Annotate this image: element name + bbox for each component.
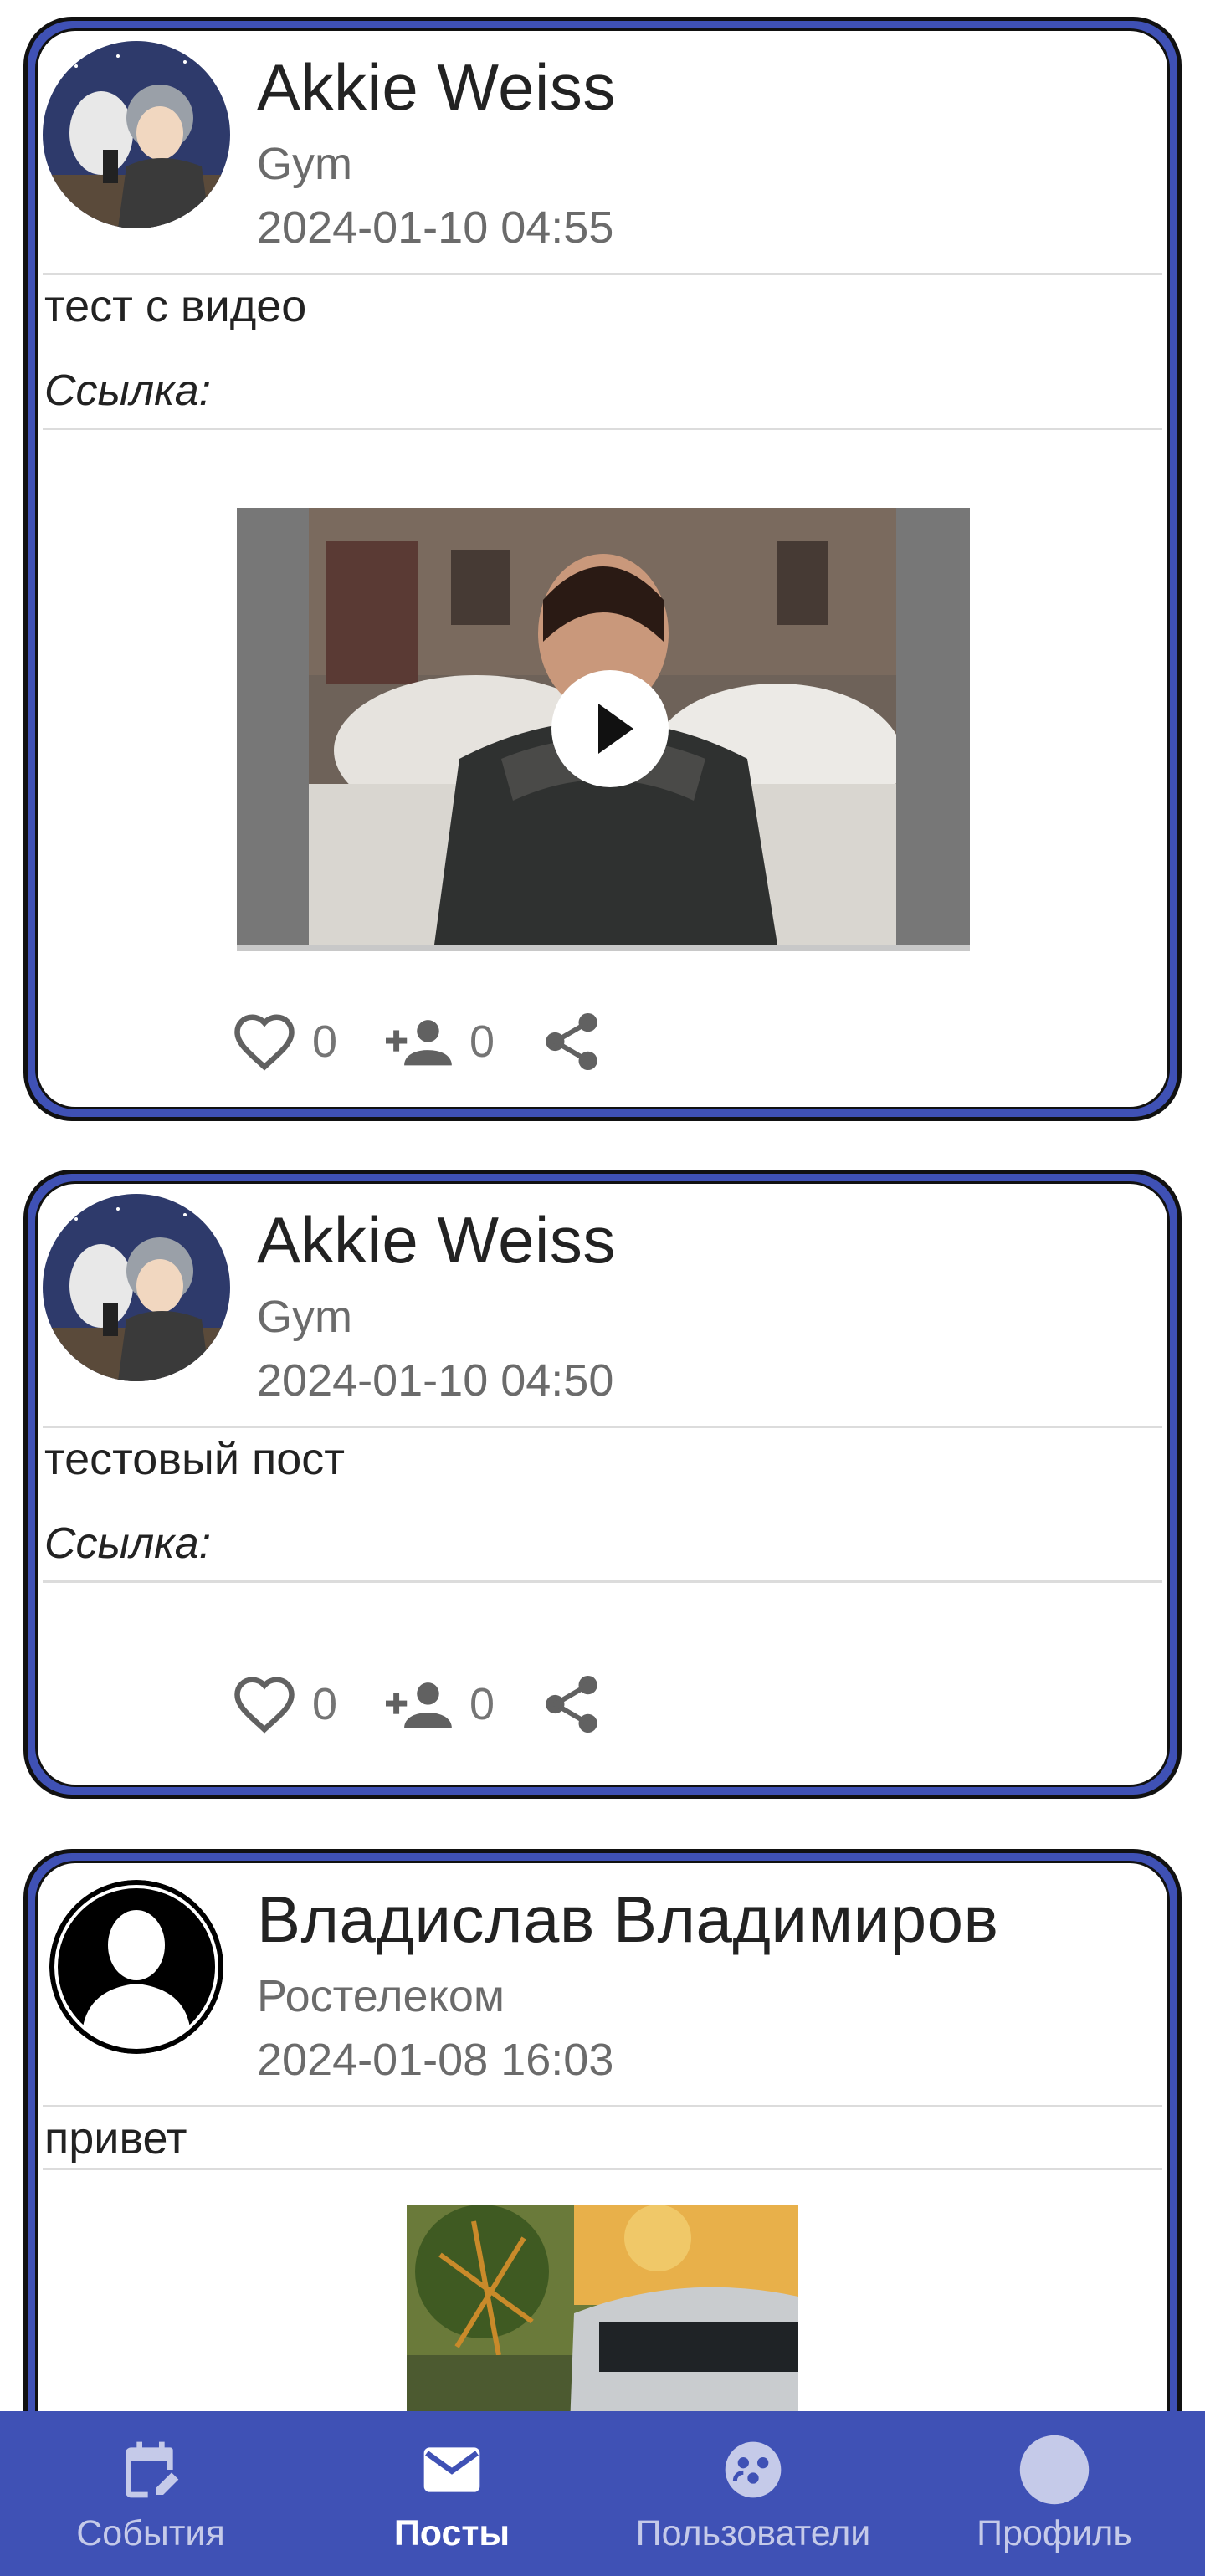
author-avatar[interactable] xyxy=(43,41,230,228)
post-text: привет xyxy=(44,2113,187,2164)
post-date: 2024-01-10 04:50 xyxy=(257,1355,614,1406)
post-photo xyxy=(407,2205,798,2411)
video-progress-track[interactable] xyxy=(237,945,970,951)
nav-item-profile[interactable]: Профиль xyxy=(904,2411,1205,2576)
author-avatar[interactable] xyxy=(43,1194,230,1381)
nav-item-users[interactable]: Пользователи xyxy=(602,2411,904,2576)
heart-outline-icon xyxy=(234,1677,295,1734)
author-name[interactable]: Akkie Weiss xyxy=(257,1202,616,1278)
like-button[interactable]: 0 xyxy=(232,1674,337,1734)
author-name[interactable]: Akkie Weiss xyxy=(257,49,616,125)
subscriber-count: 0 xyxy=(469,1017,495,1067)
post-date: 2024-01-08 16:03 xyxy=(257,2035,614,2085)
post-card-content: Владислав Владимиров Ростелеком 2024-01-… xyxy=(35,1861,1170,2411)
post-card-content: Akkie Weiss Gym 2024-01-10 04:55 тест с … xyxy=(35,28,1170,1109)
post-actions: 0 0 xyxy=(232,1008,649,1075)
subscribe-button[interactable]: 0 xyxy=(386,1678,495,1730)
share-icon xyxy=(546,1012,597,1071)
divider xyxy=(43,2168,1162,2170)
bottom-navigation: События Посты Пользователи Профиль xyxy=(0,2411,1205,2576)
like-button[interactable]: 0 xyxy=(232,1011,337,1072)
like-count: 0 xyxy=(312,1017,338,1067)
posts-feed[interactable]: Akkie Weiss Gym 2024-01-10 04:55 тест с … xyxy=(0,0,1205,2411)
post-card[interactable]: Akkie Weiss Gym 2024-01-10 04:55 тест с … xyxy=(23,17,1182,1121)
share-icon xyxy=(546,1675,597,1734)
subscriber-count: 0 xyxy=(469,1679,495,1729)
mail-icon xyxy=(415,2433,489,2507)
post-link-label: Ссылка: xyxy=(44,1519,212,1568)
post-date: 2024-01-10 04:55 xyxy=(257,202,614,253)
default-user-icon xyxy=(49,1880,223,2054)
author-organization: Gym xyxy=(257,1292,352,1342)
share-button[interactable] xyxy=(543,1011,600,1072)
divider xyxy=(43,2105,1162,2107)
post-card[interactable]: Владислав Владимиров Ростелеком 2024-01-… xyxy=(23,1849,1182,2411)
nav-label: События xyxy=(76,2513,225,2553)
nav-item-events[interactable]: События xyxy=(0,2411,301,2576)
subscribe-button[interactable]: 0 xyxy=(386,1016,495,1068)
play-icon xyxy=(598,704,633,754)
divider xyxy=(43,428,1162,430)
users-group-icon xyxy=(716,2433,790,2507)
post-card[interactable]: Akkie Weiss Gym 2024-01-10 04:50 тестовы… xyxy=(23,1170,1182,1799)
share-button[interactable] xyxy=(543,1674,600,1734)
post-text: тест с видео xyxy=(44,281,307,331)
calendar-edit-icon xyxy=(114,2433,187,2507)
profile-avatar-icon xyxy=(1018,2433,1091,2507)
divider xyxy=(43,1580,1162,1583)
divider xyxy=(43,1426,1162,1428)
post-actions: 0 0 xyxy=(232,1671,649,1738)
post-card-content: Akkie Weiss Gym 2024-01-10 04:50 тестовы… xyxy=(35,1181,1170,1787)
author-organization: Gym xyxy=(257,139,352,189)
like-count: 0 xyxy=(312,1679,338,1729)
post-image[interactable] xyxy=(407,2205,798,2411)
nav-label: Посты xyxy=(393,2513,510,2553)
post-link-label: Ссылка: xyxy=(44,366,212,415)
nav-label: Пользователи xyxy=(635,2513,871,2553)
author-avatar[interactable] xyxy=(49,1880,223,2054)
nav-item-posts[interactable]: Посты xyxy=(301,2411,602,2576)
heart-outline-icon xyxy=(234,1014,295,1071)
post-text: тестовый пост xyxy=(44,1434,345,1484)
author-name[interactable]: Владислав Владимиров xyxy=(257,1882,998,1958)
divider xyxy=(43,273,1162,275)
person-add-icon xyxy=(386,1020,452,1066)
nav-label: Профиль xyxy=(977,2513,1132,2553)
play-button[interactable] xyxy=(551,670,669,787)
person-add-icon xyxy=(386,1682,452,1728)
author-organization: Ростелеком xyxy=(257,1971,505,2021)
